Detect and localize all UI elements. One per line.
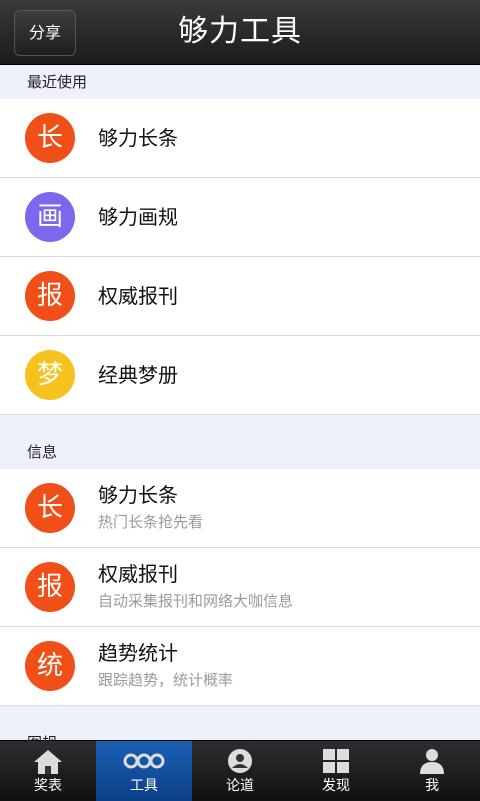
section-header-charts: 图规 — [0, 726, 480, 740]
long-strip-icon: 长 — [25, 113, 75, 163]
page-title: 够力工具 — [178, 14, 302, 49]
list-item[interactable]: 梦 经典梦册 — [0, 336, 480, 415]
person-circle-icon — [228, 749, 252, 773]
list-item-label: 经典梦册 — [98, 363, 178, 387]
list-item-label: 趋势统计 — [98, 641, 178, 665]
long-strip-icon: 长 — [25, 483, 75, 533]
tab-me[interactable]: 我 — [384, 741, 480, 801]
dots-icon — [123, 753, 165, 769]
section-spacer — [0, 415, 480, 435]
list-item-subtitle: 自动采集报刊和网络大咖信息 — [98, 592, 294, 610]
section-spacer — [0, 706, 480, 726]
bottom-tab-bar: 奖表 工具 论道 发现 我 — [0, 740, 480, 801]
draw-icon: 画 — [25, 192, 75, 242]
list-item-subtitle: 跟踪趋势，统计概率 — [98, 671, 234, 689]
tab-tools[interactable]: 工具 — [96, 741, 192, 801]
tab-prize-table[interactable]: 奖表 — [0, 741, 96, 801]
list-item-label: 权威报刊 — [98, 562, 178, 586]
tab-forum[interactable]: 论道 — [192, 741, 288, 801]
person-icon — [420, 749, 444, 774]
section-header-recent: 最近使用 — [0, 65, 480, 99]
list-item[interactable]: 画 够力画规 — [0, 178, 480, 257]
title-bar: 分享 够力工具 — [0, 0, 480, 65]
grid-icon — [323, 749, 349, 773]
tab-label: 发现 — [322, 778, 350, 794]
tab-label: 我 — [425, 778, 439, 794]
tab-label: 奖表 — [34, 778, 62, 794]
house-icon — [34, 750, 62, 774]
statistics-icon: 统 — [25, 641, 75, 691]
tab-label: 工具 — [130, 778, 158, 794]
section-header-info: 信息 — [0, 435, 480, 469]
newspaper-icon: 报 — [25, 562, 75, 612]
list-item-label: 够力画规 — [98, 205, 178, 229]
tab-label: 论道 — [226, 778, 254, 794]
dream-book-icon: 梦 — [25, 350, 75, 400]
list-item[interactable]: 长 够力长条 热门长条抢先看 — [0, 469, 480, 548]
list-item-label: 够力长条 — [98, 483, 178, 507]
list-item[interactable]: 统 趋势统计 跟踪趋势，统计概率 — [0, 627, 480, 706]
tab-discover[interactable]: 发现 — [288, 741, 384, 801]
list-item[interactable]: 长 够力长条 — [0, 99, 480, 178]
tool-list[interactable]: 最近使用 长 够力长条 画 够力画规 报 权威报刊 梦 经典梦册 信息 长 够力… — [0, 65, 480, 740]
newspaper-icon: 报 — [25, 271, 75, 321]
list-item-subtitle: 热门长条抢先看 — [98, 513, 204, 531]
list-item[interactable]: 报 权威报刊 — [0, 257, 480, 336]
list-item[interactable]: 报 权威报刊 自动采集报刊和网络大咖信息 — [0, 548, 480, 627]
list-item-label: 够力长条 — [98, 126, 178, 150]
list-item-label: 权威报刊 — [98, 284, 178, 308]
